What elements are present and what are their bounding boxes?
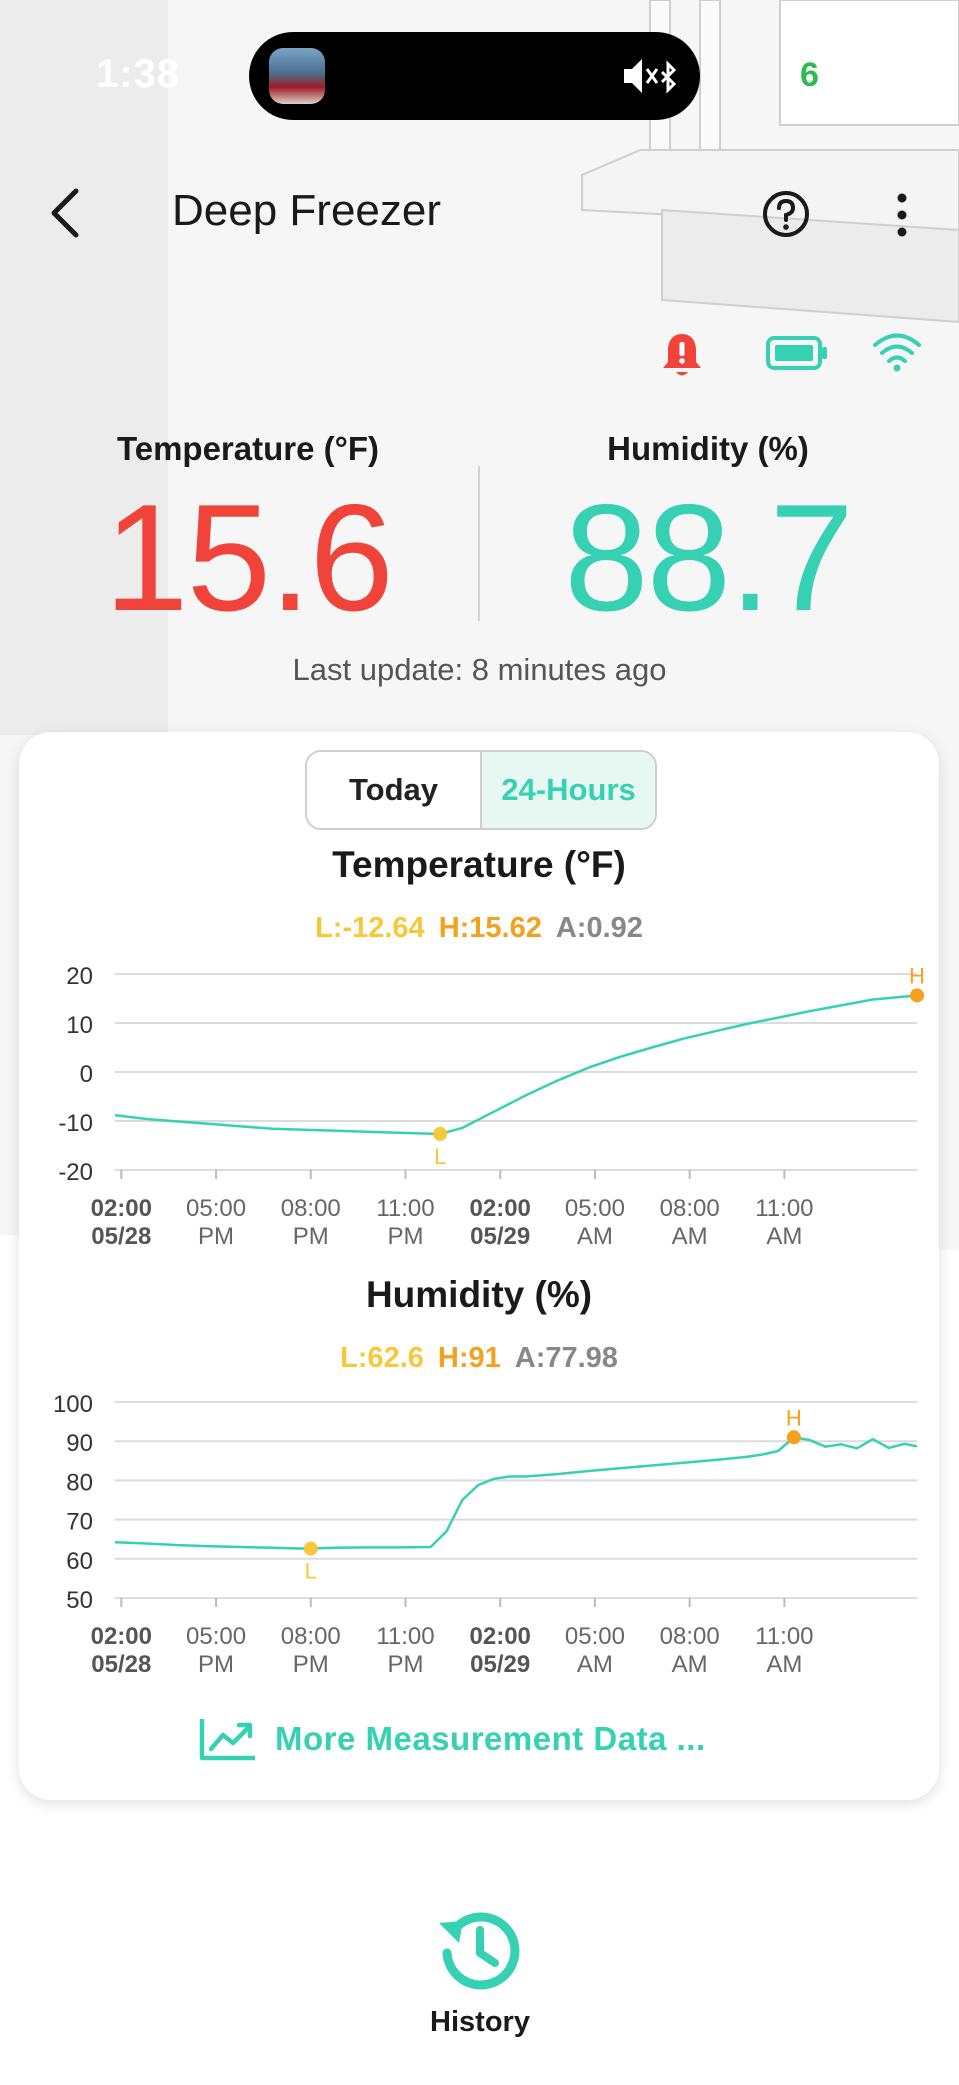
- x-tick-label-time: 08:00: [281, 1623, 341, 1650]
- y-tick-label: 70: [66, 1509, 93, 1536]
- y-tick-label: 10: [66, 1012, 93, 1039]
- help-icon[interactable]: [762, 190, 810, 238]
- x-tick-label-time: 02:00: [470, 1623, 531, 1650]
- readout-divider: [478, 466, 480, 621]
- temperature-chart-stats: L:-12.64 H:15.62 A:0.92: [19, 912, 939, 945]
- x-tick-label-time: 11:00: [755, 1195, 813, 1222]
- x-tick-label-time: 11:00: [376, 1623, 434, 1650]
- x-tick-label-date: AM: [672, 1651, 708, 1678]
- x-tick-label-time: 05:00: [186, 1623, 246, 1650]
- more-measurement-data-link[interactable]: More Measurement Data ...: [199, 1717, 706, 1761]
- series-line: [114, 994, 918, 1136]
- y-tick-label: -10: [58, 1110, 93, 1137]
- x-tick-label-date: PM: [387, 1651, 423, 1678]
- status-indicator-icon: 6: [800, 56, 819, 94]
- temperature-avg-stat: A:0.92: [555, 912, 643, 944]
- x-tick-label-date: 05/29: [470, 1223, 530, 1250]
- temperature-label: Temperature (°F): [117, 430, 379, 467]
- x-tick-label-time: 02:00: [91, 1195, 152, 1222]
- series-line: [114, 1436, 918, 1550]
- x-tick-label-date: AM: [577, 1223, 613, 1250]
- history-icon: [439, 1912, 520, 1990]
- x-tick-label-date: PM: [198, 1223, 234, 1250]
- status-time: 1:38: [96, 52, 181, 96]
- x-tick-label-time: 08:00: [660, 1195, 720, 1222]
- low-point-label: L: [305, 1559, 317, 1584]
- low-point-label: L: [434, 1144, 446, 1169]
- back-arrow-icon[interactable]: [44, 183, 88, 243]
- y-tick-label: 80: [66, 1469, 93, 1496]
- y-tick-label: 0: [80, 1061, 93, 1088]
- x-tick-label-time: 08:00: [660, 1623, 720, 1650]
- humidity-chart-stats: L:62.6 H:91 A:77.98: [19, 1342, 939, 1375]
- x-tick-label-date: 05/28: [91, 1651, 151, 1678]
- mute-bluetooth-icons: [622, 54, 678, 107]
- x-tick-label-date: AM: [766, 1223, 802, 1250]
- x-tick-label-date: AM: [672, 1223, 708, 1250]
- wifi-icon: [873, 333, 921, 372]
- temperature-chart: 20100-10-2002:0005/2805:00PM08:00PM11:00…: [58, 963, 925, 1250]
- trend-chart-icon: [199, 1719, 255, 1761]
- battery-icon: [766, 336, 827, 370]
- x-tick-label-date: AM: [766, 1651, 802, 1678]
- y-tick-label: 60: [66, 1548, 93, 1575]
- humidity-label: Humidity (%): [607, 430, 809, 467]
- alarm-bell-icon: [663, 334, 701, 376]
- low-point-marker: [433, 1126, 448, 1141]
- x-tick-label-time: 11:00: [376, 1195, 434, 1222]
- speaker-muted-icon: [624, 59, 677, 94]
- y-tick-label: 50: [66, 1587, 93, 1614]
- x-tick-label-date: AM: [577, 1651, 613, 1678]
- dynamic-island: [249, 32, 700, 120]
- x-tick-label-time: 05:00: [186, 1195, 246, 1222]
- last-update-text: Last update: 8 minutes ago: [292, 652, 667, 687]
- x-tick-label-date: PM: [198, 1651, 234, 1678]
- high-point-label: H: [786, 1405, 802, 1430]
- y-tick-label: -20: [58, 1159, 93, 1186]
- x-tick-label-time: 08:00: [281, 1195, 341, 1222]
- humidity-chart-title: Humidity (%): [365, 1274, 593, 1315]
- chart-card: Today 24-Hours Temperature (°F) L:-12.64…: [19, 732, 939, 1800]
- high-point-marker: [910, 988, 924, 1003]
- y-tick-label: 90: [66, 1430, 93, 1457]
- y-tick-label: 20: [66, 963, 93, 990]
- temperature-high-stat: H:15.62: [438, 912, 542, 944]
- history-button[interactable]: History: [420, 1905, 540, 2039]
- x-tick-label-time: 05:00: [565, 1195, 625, 1222]
- tab-24-hours[interactable]: 24-Hours: [482, 752, 655, 828]
- x-tick-label-time: 02:00: [470, 1195, 531, 1222]
- x-tick-label-date: 05/28: [91, 1223, 151, 1250]
- more-measurement-data-label: More Measurement Data ...: [275, 1720, 706, 1757]
- humidity-low-stat: L:62.6: [340, 1342, 424, 1374]
- humidity-avg-stat: A:77.98: [514, 1342, 618, 1374]
- page-title: Deep Freezer: [172, 186, 442, 235]
- y-tick-label: 100: [53, 1391, 93, 1418]
- x-tick-label-time: 11:00: [755, 1623, 813, 1650]
- x-tick-label-time: 05:00: [565, 1623, 625, 1650]
- x-tick-label-date: PM: [293, 1223, 329, 1250]
- tab-today[interactable]: Today: [307, 752, 482, 828]
- humidity-high-stat: H:91: [437, 1342, 501, 1374]
- high-point-label: H: [909, 963, 925, 988]
- temperature-low-stat: L:-12.64: [315, 912, 425, 944]
- high-point-marker: [786, 1430, 801, 1445]
- range-tabs: Today 24-Hours: [305, 750, 657, 830]
- humidity-chart: 100908070605002:0005/2805:00PM08:00PM11:…: [53, 1391, 918, 1678]
- x-tick-label-date: 05/29: [470, 1651, 530, 1678]
- low-point-marker: [303, 1541, 318, 1556]
- humidity-value: 88.7: [564, 473, 854, 643]
- temperature-value: 15.6: [104, 473, 394, 643]
- history-label: History: [430, 2006, 530, 2038]
- app-thumbnail-icon: [269, 48, 325, 104]
- x-tick-label-date: PM: [387, 1223, 423, 1250]
- temperature-chart-title: Temperature (°F): [332, 844, 626, 885]
- x-tick-label-date: PM: [293, 1651, 329, 1678]
- more-options-icon[interactable]: [888, 190, 916, 240]
- x-tick-label-time: 02:00: [91, 1623, 152, 1650]
